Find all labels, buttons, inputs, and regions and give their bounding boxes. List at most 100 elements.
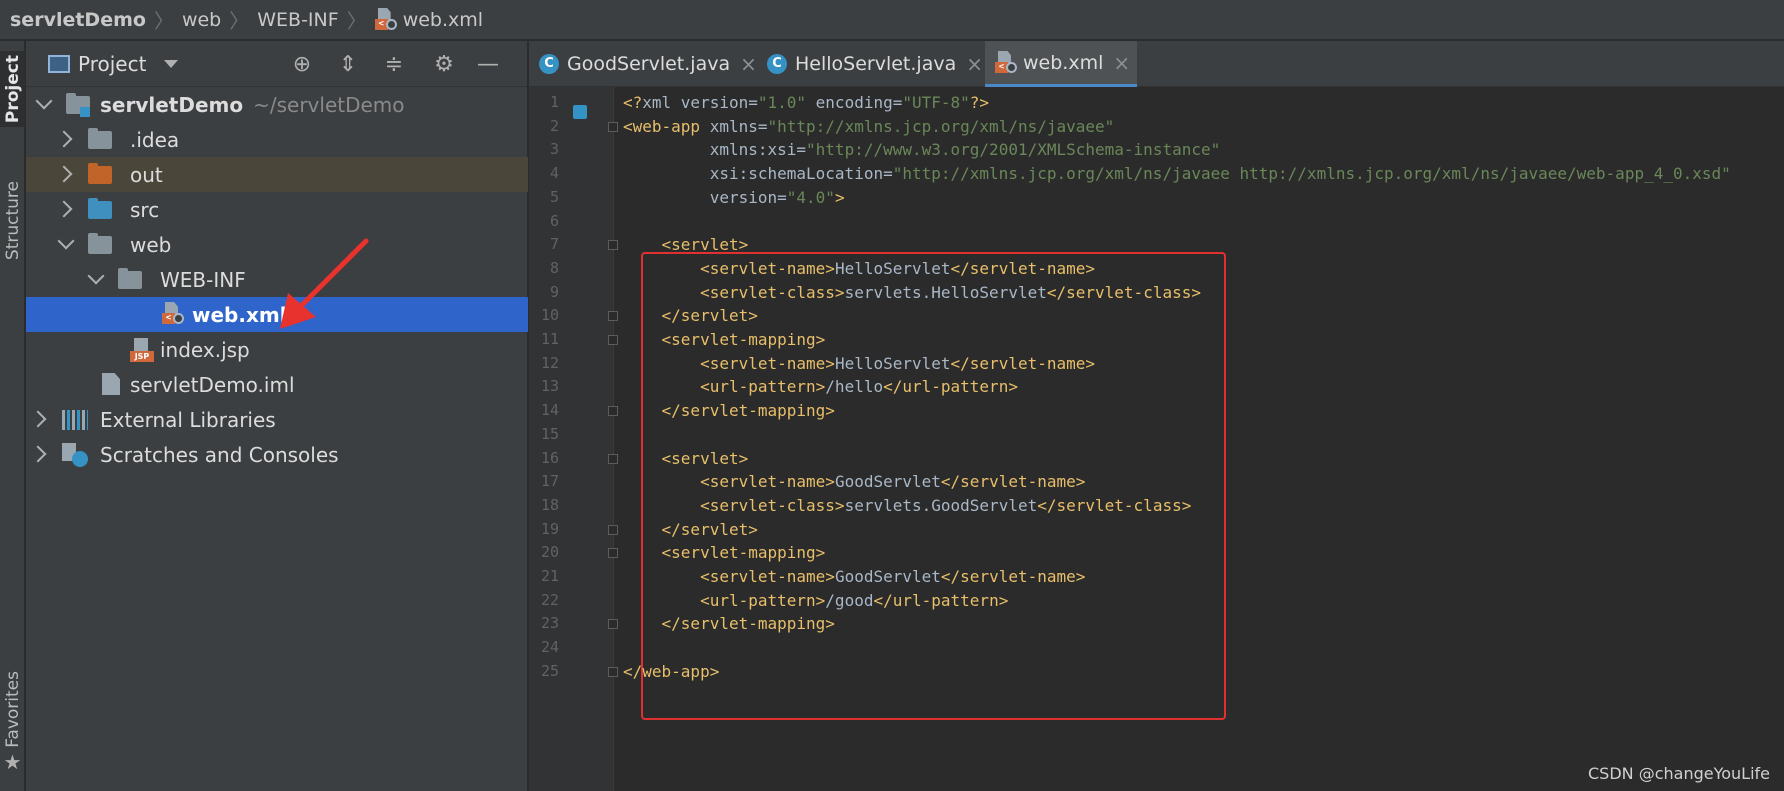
- tree-item-label: web: [130, 232, 172, 257]
- chevron-down-icon[interactable]: [35, 92, 53, 110]
- tree-item-hint: ~/servletDemo: [253, 92, 405, 117]
- project-toolbar: Project ⊕ ⇕ ≑ ⚙ —: [26, 41, 527, 87]
- tree-item-label: servletDemo.iml: [130, 372, 295, 397]
- fold-marker-icon[interactable]: [608, 311, 618, 322]
- code-editor[interactable]: 1 2 3 4 5 6 7 8 9 10 11 12 13 14 15 16 17 18 19 20 21 22 23 24 2…: [529, 87, 1784, 791]
- tree-item-servletDemo[interactable]: servletDemo ~/servletDemo: [26, 87, 528, 122]
- line-number: 4: [549, 164, 559, 183]
- tree-item-label: out: [130, 162, 163, 187]
- line-number: 25: [540, 661, 559, 680]
- breadcrumb-item[interactable]: web: [182, 9, 221, 31]
- line-number: 18: [540, 495, 559, 514]
- line-number: 3: [549, 140, 559, 159]
- breadcrumb-item[interactable]: servletDemo: [10, 9, 146, 31]
- tree-item-label: Scratches and Consoles: [100, 442, 339, 467]
- chevron-right-icon[interactable]: [55, 165, 73, 183]
- code-line: version="4.0">: [623, 187, 845, 207]
- tree-item-iml[interactable]: servletDemo.iml: [26, 367, 528, 402]
- tool-window-stripe: Project Structure Favorites ★: [0, 41, 25, 791]
- favorites-tool-label: Favorites: [2, 671, 23, 748]
- line-number: 14: [540, 401, 559, 420]
- tree-item-label: src: [130, 197, 160, 222]
- chevron-down-icon[interactable]: [87, 267, 105, 285]
- fold-marker-icon[interactable]: [608, 619, 618, 630]
- fold-marker-icon[interactable]: [608, 121, 618, 132]
- fold-marker-icon[interactable]: [608, 524, 618, 535]
- tree-item-label: servletDemo ~/servletDemo: [100, 92, 405, 117]
- fold-marker-icon[interactable]: [608, 453, 618, 464]
- breadcrumb-item[interactable]: WEB-INF: [257, 9, 338, 31]
- breadcrumb-item[interactable]: web.xml: [403, 9, 483, 31]
- tab-good-servlet[interactable]: C GoodServlet.java ×: [529, 41, 757, 87]
- expand-all-icon[interactable]: ⇕: [334, 51, 362, 79]
- fold-marker-icon[interactable]: [608, 335, 618, 345]
- annotation-arrow: [280, 238, 369, 329]
- line-number: 15: [540, 424, 559, 443]
- chevron-right-icon[interactable]: [55, 130, 73, 148]
- chevron-right-icon[interactable]: [55, 200, 73, 218]
- xml-file-icon: <: [162, 302, 184, 326]
- structure-tool-button[interactable]: Structure: [0, 181, 25, 260]
- chevron-right-icon[interactable]: [29, 410, 47, 428]
- tree-item-src[interactable]: src: [26, 192, 528, 227]
- jsp-file-icon: JSP: [130, 338, 154, 362]
- fold-marker-icon[interactable]: [608, 406, 618, 417]
- line-number: 5: [549, 187, 559, 206]
- tree-item-label: index.jsp: [160, 337, 250, 362]
- chevron-down-icon[interactable]: [57, 232, 75, 250]
- structure-tool-label: Structure: [2, 181, 23, 261]
- fold-marker-icon[interactable]: [608, 666, 618, 677]
- java-class-icon: C: [767, 54, 787, 74]
- project-view-selector[interactable]: Project: [78, 52, 146, 76]
- tab-label: GoodServlet.java: [567, 53, 731, 75]
- code-line: </servlet-mapping>: [661, 401, 835, 421]
- line-number: 23: [540, 614, 559, 633]
- project-tool-label: Project: [2, 55, 23, 124]
- project-view-icon: [48, 54, 70, 73]
- hide-icon[interactable]: —: [474, 51, 502, 79]
- tree-item-label: .idea: [130, 127, 180, 152]
- tab-web-xml[interactable]: < web.xml ×: [985, 41, 1137, 87]
- tree-item-label: WEB-INF: [160, 267, 246, 292]
- iml-file-icon: [102, 373, 120, 395]
- line-number: 2: [549, 116, 559, 135]
- line-number: 6: [549, 211, 559, 230]
- line-number: 24: [540, 638, 559, 657]
- tree-item-out[interactable]: out: [26, 157, 528, 192]
- folder-icon: [88, 128, 112, 149]
- xml-file-icon: <: [374, 7, 397, 32]
- breadcrumb: servletDemo 〉 web 〉 WEB-INF 〉 < web.xml: [0, 0, 1784, 40]
- gear-icon[interactable]: ⚙: [430, 51, 458, 79]
- folder-icon: [118, 268, 142, 289]
- fold-marker-icon[interactable]: [608, 548, 618, 559]
- chevron-right-icon: 〉: [346, 9, 367, 33]
- locate-icon[interactable]: ⊕: [288, 51, 316, 79]
- line-number: 7: [549, 235, 559, 254]
- star-icon: ★: [3, 749, 22, 774]
- line-number: 17: [540, 472, 559, 491]
- close-icon[interactable]: ×: [1113, 51, 1130, 75]
- line-number: 21: [540, 567, 559, 585]
- tree-item-idea[interactable]: .idea: [26, 122, 528, 157]
- tab-hello-servlet[interactable]: C HelloServlet.java ×: [757, 41, 985, 87]
- web-folder-icon: [88, 233, 112, 254]
- project-tool-button[interactable]: Project: [0, 51, 25, 128]
- line-number: 8: [549, 258, 559, 277]
- tree-item-label: External Libraries: [100, 407, 276, 432]
- tree-item-external-libraries[interactable]: External Libraries: [26, 402, 528, 437]
- close-icon[interactable]: ×: [966, 52, 983, 76]
- close-icon[interactable]: ×: [740, 52, 757, 76]
- fold-marker-icon[interactable]: [608, 240, 618, 251]
- line-number: 22: [540, 590, 559, 609]
- code-line: </servlet-mapping>: [661, 614, 835, 634]
- chevron-right-icon: 〉: [229, 9, 250, 33]
- chevron-down-icon[interactable]: [164, 59, 179, 68]
- line-number: 10: [540, 306, 559, 325]
- tree-item-scratches[interactable]: Scratches and Consoles: [26, 437, 528, 472]
- collapse-all-icon[interactable]: ≑: [380, 51, 408, 79]
- line-number: 16: [540, 448, 559, 467]
- scratches-icon: [62, 443, 88, 467]
- xml-file-icon: <: [995, 50, 1017, 75]
- favorites-tool-button[interactable]: Favorites ★: [0, 671, 25, 774]
- chevron-right-icon[interactable]: [29, 445, 47, 463]
